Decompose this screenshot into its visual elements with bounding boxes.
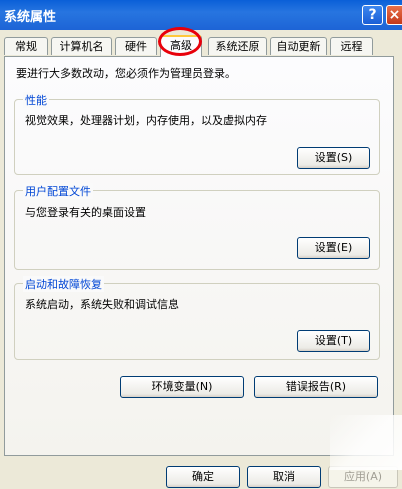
performance-description: 视觉效果，处理器计划，内存使用，以及虚拟内存 xyxy=(25,114,267,127)
user-profiles-settings-button[interactable]: 设置(E) xyxy=(297,237,370,259)
startup-recovery-settings-button[interactable]: 设置(T) xyxy=(297,330,370,352)
admin-notice: 要进行大多数改动，您必须作为管理员登录。 xyxy=(16,67,236,80)
tab-hardware[interactable]: 硬件 xyxy=(115,37,157,55)
startup-recovery-group-title: 启动和故障恢复 xyxy=(23,276,104,292)
error-report-button[interactable]: 错误报告(R) xyxy=(254,376,378,398)
watermark-blur xyxy=(330,415,402,470)
close-button[interactable]: × xyxy=(386,5,402,25)
environment-variables-button[interactable]: 环境变量(N) xyxy=(120,376,244,398)
tab-computer-name[interactable]: 计算机名 xyxy=(51,37,112,55)
performance-group: 性能 视觉效果，处理器计划，内存使用，以及虚拟内存 设置(S) xyxy=(14,92,380,175)
tab-remote[interactable]: 远程 xyxy=(330,37,373,55)
highlight-circle xyxy=(158,27,202,56)
user-profiles-group-title: 用户配置文件 xyxy=(23,183,93,199)
performance-group-title: 性能 xyxy=(23,92,49,108)
user-profiles-description: 与您登录有关的桌面设置 xyxy=(25,206,146,219)
user-profiles-group: 用户配置文件 与您登录有关的桌面设置 设置(E) xyxy=(14,183,380,270)
tab-system-restore[interactable]: 系统还原 xyxy=(208,37,267,55)
startup-recovery-group: 启动和故障恢复 系统启动，系统失败和调试信息 设置(T) xyxy=(14,276,380,360)
tab-automatic-updates[interactable]: 自动更新 xyxy=(270,37,327,55)
cancel-button[interactable]: 取消 xyxy=(247,466,321,488)
performance-settings-button[interactable]: 设置(S) xyxy=(297,147,370,169)
tab-general[interactable]: 常规 xyxy=(4,37,48,55)
window-title: 系统属性 xyxy=(4,10,57,25)
startup-recovery-description: 系统启动，系统失败和调试信息 xyxy=(25,298,179,311)
ok-button[interactable]: 确定 xyxy=(166,466,240,488)
help-button[interactable]: ? xyxy=(362,5,383,25)
title-bar: 系统属性 ? × xyxy=(0,0,402,30)
